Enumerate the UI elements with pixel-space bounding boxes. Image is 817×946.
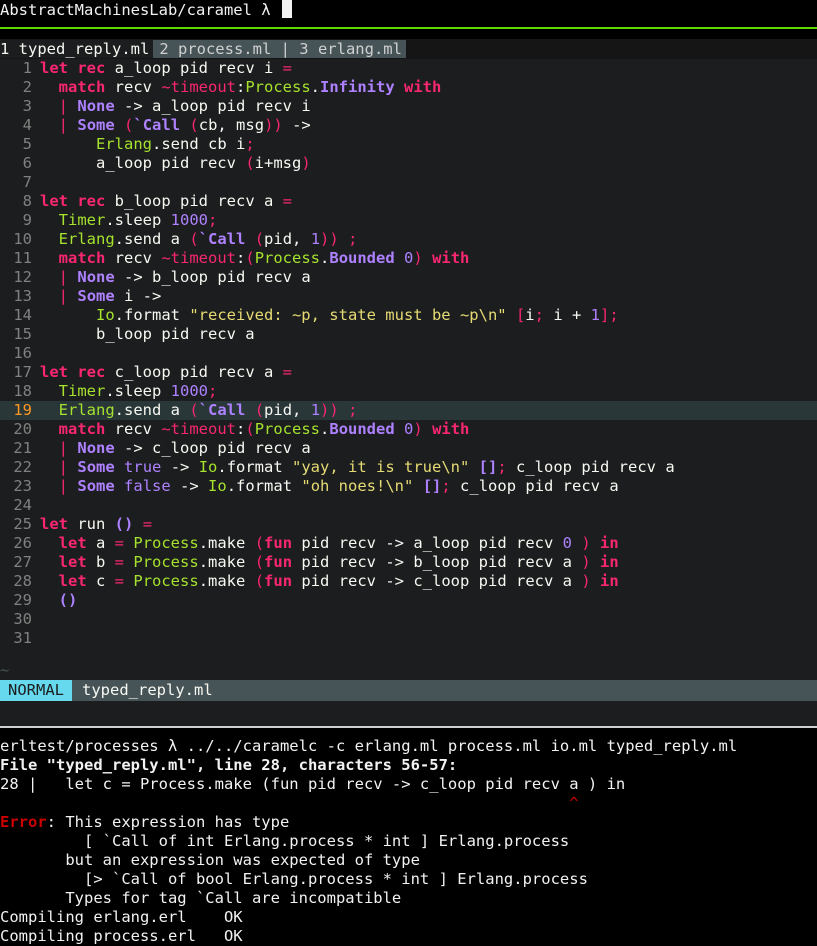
code-line: 25 let run () = [0, 515, 817, 534]
output-line: Compiling process.erl OK [0, 927, 243, 945]
code-line: 15 b_loop pid recv a [0, 325, 817, 344]
code-line: 29 () [0, 591, 817, 610]
code-line: 21 | None -> c_loop pid recv a [0, 439, 817, 458]
terminal-cursor [281, 0, 292, 18]
code-line: 13 | Some i -> [0, 287, 817, 306]
line-number: 11 [13, 249, 32, 267]
line-number: 8 [22, 192, 32, 210]
code-line: 4 | Some (`Call (cb, msg)) -> [0, 116, 817, 135]
code-line: 5 Erlang.send cb i; [0, 135, 817, 154]
line-number: 31 [13, 629, 32, 647]
code-line: 23 | Some false -> Io.format "oh noes!\n… [0, 477, 817, 496]
line-number: 12 [13, 268, 32, 286]
code-line: 2 match recv ~timeout:Process.Infinity w… [0, 78, 817, 97]
line-number: 13 [13, 287, 32, 305]
line-number: 20 [13, 420, 32, 438]
line-number: 17 [13, 363, 32, 381]
line-number: 14 [13, 306, 32, 324]
pane-divider [0, 27, 817, 29]
code-line: 14 Io.format "received: ~p, state must b… [0, 306, 817, 325]
line-number: 1 [22, 59, 32, 77]
line-number: 27 [13, 553, 32, 571]
line-number: 2 [22, 78, 32, 96]
terminal-output[interactable]: erltest/processes λ ../../caramelc -c er… [0, 728, 817, 946]
output-line: Compiling erlang.erl OK [0, 908, 243, 926]
output-line: but an expression was expected of type [0, 851, 420, 869]
line-number: 22 [13, 458, 32, 476]
code-line: 6 a_loop pid recv (i+msg) [0, 154, 817, 173]
line-number: 9 [22, 211, 32, 229]
output-line: [ `Call of int Erlang.process * int ] Er… [0, 832, 570, 850]
error-source-line: 28 | let c = Process.make (fun pid recv … [0, 775, 626, 793]
code-line: 1 let rec a_loop pid recv i = [0, 59, 817, 78]
vim-tabline: 1 typed_reply.ml 2 process.ml | 3 erlang.… [0, 39, 817, 59]
code-line: 31 [0, 629, 817, 648]
line-number: 26 [13, 534, 32, 552]
line-number: 4 [22, 116, 32, 134]
line-number: 6 [22, 154, 32, 172]
line-number: 3 [22, 97, 32, 115]
code-editor[interactable]: 1 let rec a_loop pid recv i = 2 match rec… [0, 59, 817, 661]
code-line: 10 Erlang.send a (`Call (pid, 1)) ; [0, 230, 817, 249]
line-number: 23 [13, 477, 32, 495]
vim-statusline: NORMAL typed_reply.ml [0, 680, 817, 701]
line-number: 21 [13, 439, 32, 457]
error-label: Error [0, 813, 47, 831]
code-line: 8 let rec b_loop pid recv a = [0, 192, 817, 211]
line-number: 24 [13, 496, 32, 514]
line-number-current: 19 [13, 401, 32, 419]
code-line: 18 Timer.sleep 1000; [0, 382, 817, 401]
code-line: 24 [0, 496, 817, 515]
code-line: 30 [0, 610, 817, 629]
error-location: File "typed_reply.ml", line 28, characte… [0, 756, 458, 774]
code-line: 28 let c = Process.make (fun pid recv ->… [0, 572, 817, 591]
code-line: 7 [0, 173, 817, 192]
line-number: 15 [13, 325, 32, 343]
code-line: 9 Timer.sleep 1000; [0, 211, 817, 230]
error-message-text: : This expression has type [46, 813, 290, 831]
error-message: Error: This expression has type [0, 813, 817, 832]
line-number: 18 [13, 382, 32, 400]
code-line: 27 let b = Process.make (fun pid recv ->… [0, 553, 817, 572]
code-line: 3 | None -> a_loop pid recv i [0, 97, 817, 116]
code-line: 26 let a = Process.make (fun pid recv ->… [0, 534, 817, 553]
code-line: 17 let rec c_loop pid recv a = [0, 363, 817, 382]
line-number: 5 [22, 135, 32, 153]
shell-command: erltest/processes λ ../../caramelc -c er… [0, 737, 738, 755]
vim-command-line[interactable] [0, 701, 817, 726]
line-number: 25 [13, 515, 32, 533]
top-shell-prompt: AbstractMachinesLab/caramel λ [0, 0, 817, 27]
tab-typed-reply[interactable]: 1 typed_reply.ml [0, 40, 154, 58]
line-number: 28 [13, 572, 32, 590]
code-line: 22 | Some true -> Io.format "yay, it is … [0, 458, 817, 477]
code-line-current: 19 Erlang.send a (`Call (pid, 1)) ; [0, 401, 817, 420]
output-line: [> `Call of bool Erlang.process * int ] … [0, 870, 588, 888]
empty-buffer-tilde: ~ [0, 661, 817, 680]
line-number: 10 [13, 230, 32, 248]
tab-process-erlang[interactable]: 2 process.ml | 3 erlang.ml [153, 40, 406, 58]
status-filename: typed_reply.ml [82, 681, 213, 699]
output-line: Types for tag `Call are incompatible [0, 889, 402, 907]
code-line: 20 match recv ~timeout:(Process.Bounded … [0, 420, 817, 439]
code-line: 11 match recv ~timeout:(Process.Bounded … [0, 249, 817, 268]
top-prompt-text: AbstractMachinesLab/caramel λ [0, 1, 271, 19]
line-number: 29 [13, 591, 32, 609]
line-number: 30 [13, 610, 32, 628]
error-caret: ^ [0, 794, 579, 812]
code-line: 12 | None -> b_loop pid recv a [0, 268, 817, 287]
line-number: 7 [22, 173, 32, 191]
line-number: 16 [13, 344, 32, 362]
code-line: 16 [0, 344, 817, 363]
mode-indicator: NORMAL [0, 680, 72, 701]
